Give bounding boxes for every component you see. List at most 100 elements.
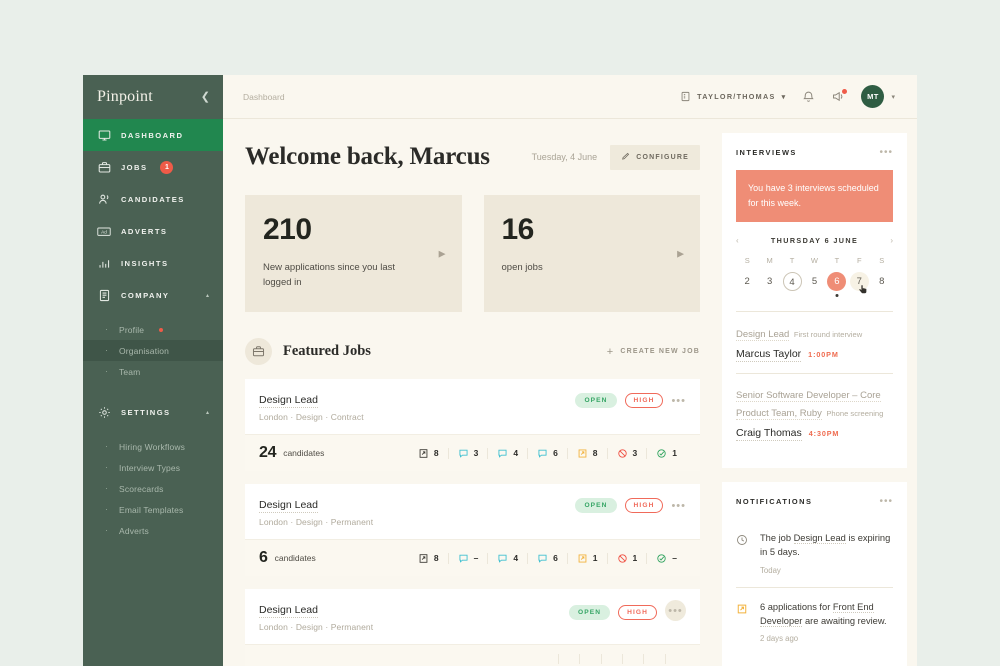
calendar-dow-row: S M T W T F S (736, 256, 893, 272)
breadcrumb[interactable]: Dashboard (243, 92, 285, 102)
pipeline-stat-hired[interactable] (665, 654, 686, 664)
sidebar-label: SETTINGS (121, 408, 171, 417)
pipeline-stat-offer[interactable]: 1 (567, 553, 607, 564)
sidebar-item-adverts[interactable]: Ad ADVERTS (83, 215, 223, 247)
calendar-next-button[interactable]: › (890, 236, 893, 245)
notifications-more-menu-icon[interactable]: ••• (879, 496, 893, 507)
avatar[interactable]: MT (861, 85, 884, 108)
pipeline-stat-screening[interactable]: 3 (448, 448, 488, 459)
interviews-panel: INTERVIEWS ••• You have 3 interviews sch… (722, 133, 907, 468)
pipeline-value: 6 (553, 553, 558, 563)
pipeline-stat-final[interactable]: 6 (527, 553, 567, 564)
interviews-more-menu-icon[interactable]: ••• (879, 147, 893, 158)
pipeline-stat-offer[interactable] (622, 654, 643, 664)
pipeline-stat-interview[interactable]: 4 (487, 448, 527, 459)
bell-icon[interactable] (802, 90, 815, 103)
sidebar-subitem-scorecards[interactable]: · Scorecards (83, 478, 223, 499)
pipeline-stat-applied[interactable]: 8 (409, 448, 448, 459)
sidebar-item-dashboard[interactable]: DASHBOARD (83, 119, 223, 151)
org-switcher[interactable]: TAYLOR/THOMAS ▾ (680, 91, 786, 102)
chevron-up-icon[interactable]: ▴ (206, 292, 209, 299)
interview-item[interactable]: Design Lead First round interview Marcus… (736, 324, 893, 373)
job-title[interactable]: Design Lead (259, 499, 318, 513)
calendar-day[interactable]: 3 (760, 272, 779, 291)
pipeline-stat-final[interactable]: 6 (527, 448, 567, 459)
sidebar-label: DASHBOARD (121, 131, 183, 140)
pipeline-stat-hired[interactable]: – (646, 553, 686, 564)
calendar-dow: T (781, 256, 803, 272)
job-more-menu-icon[interactable]: ••• (665, 600, 686, 621)
calendar-day-today[interactable]: 4 (783, 272, 802, 291)
sidebar-sublabel: Team (119, 367, 140, 377)
chevron-down-icon[interactable]: ▾ (891, 93, 895, 101)
pipeline-stat-screening[interactable]: – (448, 553, 488, 564)
job-more-menu-icon[interactable]: ••• (671, 500, 686, 512)
pipeline-stat-applied[interactable]: 8 (409, 553, 448, 564)
briefcase-icon (97, 160, 111, 174)
sidebar-item-candidates[interactable]: CANDIDATES (83, 183, 223, 215)
sidebar-item-insights[interactable]: INSIGHTS (83, 247, 223, 279)
job-card[interactable]: Design Lead London · Design · Permanent … (245, 484, 700, 576)
job-title[interactable]: Design Lead (259, 604, 318, 618)
sidebar-item-jobs[interactable]: JOBS 1 (83, 151, 223, 183)
header-actions: Tuesday, 4 June CONFIGURE (532, 145, 700, 170)
interview-candidate-name[interactable]: Marcus Taylor (736, 348, 801, 362)
calendar-dow: S (871, 256, 893, 272)
sidebar-subitem-organisation[interactable]: · Organisation (83, 340, 223, 361)
notification-link[interactable]: Design Lead (794, 533, 846, 544)
notification-text-after: are awaiting review. (802, 616, 886, 626)
pipeline-value: 1 (633, 553, 638, 563)
notification-item[interactable]: 6 applications for Front End Developer a… (736, 587, 893, 656)
pipeline-stat-applied[interactable] (537, 654, 557, 664)
stat-card-new-applications[interactable]: 210 New applications since you last logg… (245, 195, 462, 312)
interview-item[interactable]: Senior Software Developer – Core Product… (736, 373, 893, 452)
pipeline-stat-final[interactable] (601, 654, 622, 664)
bullet-icon: · (105, 484, 108, 493)
create-new-job-button[interactable]: + CREATE NEW JOB (607, 346, 700, 358)
sidebar-subitem-interview-types[interactable]: · Interview Types (83, 457, 223, 478)
pipeline-stat-screening[interactable] (558, 654, 579, 664)
job-more-menu-icon[interactable]: ••• (671, 395, 686, 407)
chevron-left-icon[interactable]: ❮ (201, 92, 210, 103)
job-card[interactable]: Design Lead London · Design · Contract O… (245, 379, 700, 471)
configure-button[interactable]: CONFIGURE (610, 145, 700, 170)
sidebar-item-settings[interactable]: SETTINGS ▴ (83, 396, 223, 428)
pipeline-stat-rejected[interactable] (643, 654, 664, 664)
calendar-day[interactable]: 8 (872, 272, 891, 291)
notification-body: The job Design Lead is expiring in 5 day… (760, 531, 893, 575)
sidebar-label: JOBS (121, 163, 147, 172)
pipeline-stat-offer[interactable]: 8 (567, 448, 607, 459)
sidebar-item-company[interactable]: COMPANY ▴ (83, 279, 223, 311)
calendar-day-selected[interactable]: 6 (827, 272, 846, 291)
stat-card-open-jobs[interactable]: 16 open jobs ▶ (484, 195, 701, 312)
pipeline-stat-rejected[interactable]: 3 (607, 448, 647, 459)
megaphone-icon[interactable] (831, 90, 845, 103)
job-title[interactable]: Design Lead (259, 394, 318, 408)
sidebar-subitem-adverts[interactable]: · Adverts (83, 520, 223, 541)
sidebar-subitem-email-templates[interactable]: · Email Templates (83, 499, 223, 520)
app-window: Pinpoint ❮ DASHBOARD JOBS 1 CANDIDATES A… (83, 75, 917, 666)
sidebar-subitem-hiring-workflows[interactable]: · Hiring Workflows (83, 436, 223, 457)
interview-candidate-name[interactable]: Craig Thomas (736, 427, 802, 441)
chevron-right-icon[interactable]: ▶ (677, 248, 684, 259)
notification-time: 2 days ago (760, 634, 893, 643)
notification-item[interactable]: The job Design Lead is expiring in 5 day… (736, 519, 893, 587)
offer-icon (577, 448, 588, 459)
sidebar-subitem-profile[interactable]: · Profile (83, 319, 223, 340)
chevron-up-icon[interactable]: ▴ (206, 409, 209, 416)
calendar-day[interactable]: 5 (805, 272, 824, 291)
sidebar-sublabel: Email Templates (119, 505, 183, 515)
pipeline-stat-interview[interactable]: 4 (487, 553, 527, 564)
calendar-day[interactable]: 2 (738, 272, 757, 291)
sidebar-subitem-team[interactable]: · Team (83, 361, 223, 382)
chevron-down-icon: ▾ (782, 92, 787, 101)
job-meta: London · Design · Contract (259, 412, 364, 422)
priority-badge: HIGH (625, 393, 664, 408)
pipeline-stat-hired[interactable]: 1 (646, 448, 686, 459)
notifications-panel: NOTIFICATIONS ••• The job Design Lead is… (722, 482, 907, 666)
pipeline-stat-interview[interactable] (579, 654, 600, 664)
ad-icon: Ad (97, 224, 111, 238)
pipeline-stat-rejected[interactable]: 1 (607, 553, 647, 564)
chevron-right-icon[interactable]: ▶ (439, 248, 446, 259)
job-card[interactable]: Design Lead London · Design · Permanent … (245, 589, 700, 666)
